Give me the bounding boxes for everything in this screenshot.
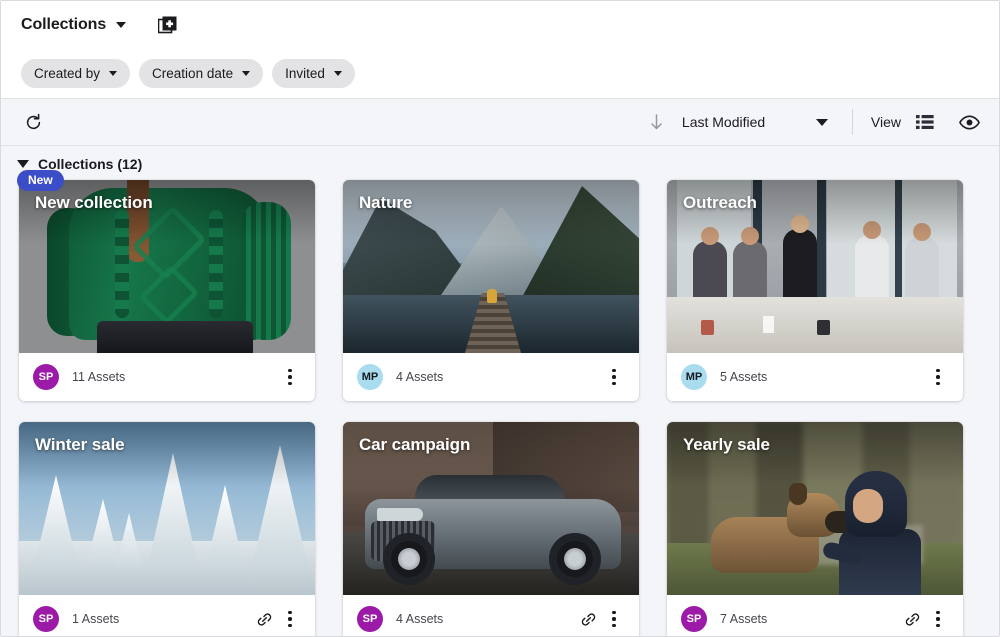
toolbar-divider (852, 109, 853, 135)
card-title: Nature (359, 193, 412, 213)
list-view-button[interactable] (911, 108, 939, 136)
chevron-down-icon (816, 119, 828, 126)
refresh-icon (24, 113, 43, 132)
collection-card[interactable]: Outreach MP 5 Assets (667, 180, 963, 401)
page-header: Collections (1, 1, 999, 48)
card-thumbnail[interactable]: Winter sale (19, 422, 315, 595)
share-link-button[interactable] (251, 606, 277, 632)
card-title: Winter sale (35, 435, 124, 455)
chevron-down-icon (242, 71, 250, 76)
filter-chip-invited[interactable]: Invited (272, 59, 355, 88)
card-footer: SP 1 Assets (19, 595, 315, 636)
asset-count: 4 Assets (396, 370, 601, 384)
filter-chip-created-by[interactable]: Created by (21, 59, 130, 88)
chevron-down-icon (334, 71, 342, 76)
collection-card[interactable]: Car campaign SP 4 Assets (343, 422, 639, 636)
share-link-button[interactable] (575, 606, 601, 632)
toolbar: Last Modified View (1, 98, 999, 146)
avatar[interactable]: SP (357, 606, 383, 632)
sort-label: Last Modified (682, 114, 810, 130)
list-view-icon (916, 114, 934, 130)
avatar[interactable]: SP (681, 606, 707, 632)
asset-count: 1 Assets (72, 612, 251, 626)
card-footer: MP 4 Assets (343, 353, 639, 401)
card-thumbnail[interactable]: Nature (343, 180, 639, 353)
avatar[interactable]: SP (33, 606, 59, 632)
collections-app: Collections Created by Creation date Inv… (0, 0, 1000, 637)
card-thumbnail[interactable]: New collection (19, 180, 315, 353)
preview-toggle-button[interactable] (955, 108, 983, 136)
link-icon (580, 611, 597, 628)
asset-count: 11 Assets (72, 370, 277, 384)
collection-card[interactable]: Winter sale SP 1 Assets (19, 422, 315, 636)
asset-count: 4 Assets (396, 612, 575, 626)
card-thumbnail[interactable]: Yearly sale (667, 422, 963, 595)
section-header-collections[interactable]: Collections (12) (11, 156, 981, 180)
kebab-menu-button[interactable] (277, 606, 303, 632)
refresh-button[interactable] (19, 108, 47, 136)
card-thumbnail[interactable]: Car campaign (343, 422, 639, 595)
avatar[interactable]: SP (33, 364, 59, 390)
link-icon (904, 611, 921, 628)
card-footer: SP 11 Assets (19, 353, 315, 401)
card-thumbnail[interactable]: Outreach (667, 180, 963, 353)
card-footer: SP 4 Assets (343, 595, 639, 636)
view-control[interactable]: View (871, 108, 939, 136)
status-badge: New (17, 170, 64, 191)
eye-icon (959, 115, 980, 130)
card-title: Car campaign (359, 435, 470, 455)
avatar[interactable]: MP (681, 364, 707, 390)
filter-bar: Created by Creation date Invited (1, 48, 999, 98)
card-title: Outreach (683, 193, 757, 213)
filter-chip-creation-date[interactable]: Creation date (139, 59, 263, 88)
filter-chip-label: Invited (285, 66, 325, 81)
asset-count: 5 Assets (720, 370, 925, 384)
arrow-down-icon (644, 114, 670, 130)
new-collection-button[interactable] (155, 12, 181, 38)
collections-title-dropdown[interactable]: Collections (21, 16, 126, 34)
kebab-menu-button[interactable] (601, 606, 627, 632)
card-footer: MP 5 Assets (667, 353, 963, 401)
new-collection-icon (158, 15, 178, 35)
asset-count: 7 Assets (720, 612, 899, 626)
collections-grid: New New collection SP 11 Assets (11, 180, 981, 636)
filter-chip-label: Created by (34, 66, 100, 81)
kebab-menu-button[interactable] (925, 606, 951, 632)
card-title: Yearly sale (683, 435, 770, 455)
collections-content: Collections (12) New New collection (1, 146, 999, 636)
kebab-menu-button[interactable] (601, 364, 627, 390)
triangle-down-icon (17, 160, 29, 168)
avatar[interactable]: MP (357, 364, 383, 390)
filter-chip-label: Creation date (152, 66, 233, 81)
collection-card[interactable]: New New collection SP 11 Assets (19, 180, 315, 401)
link-icon (256, 611, 273, 628)
kebab-menu-button[interactable] (925, 364, 951, 390)
view-label: View (871, 114, 901, 130)
sort-control[interactable]: Last Modified (644, 114, 828, 130)
kebab-menu-button[interactable] (277, 364, 303, 390)
share-link-button[interactable] (899, 606, 925, 632)
card-footer: SP 7 Assets (667, 595, 963, 636)
collection-card[interactable]: Nature MP 4 Assets (343, 180, 639, 401)
chevron-down-icon (109, 71, 117, 76)
card-title: New collection (35, 193, 153, 213)
collection-card[interactable]: Yearly sale SP 7 Assets (667, 422, 963, 636)
chevron-down-icon (116, 22, 126, 28)
page-title: Collections (21, 16, 106, 34)
